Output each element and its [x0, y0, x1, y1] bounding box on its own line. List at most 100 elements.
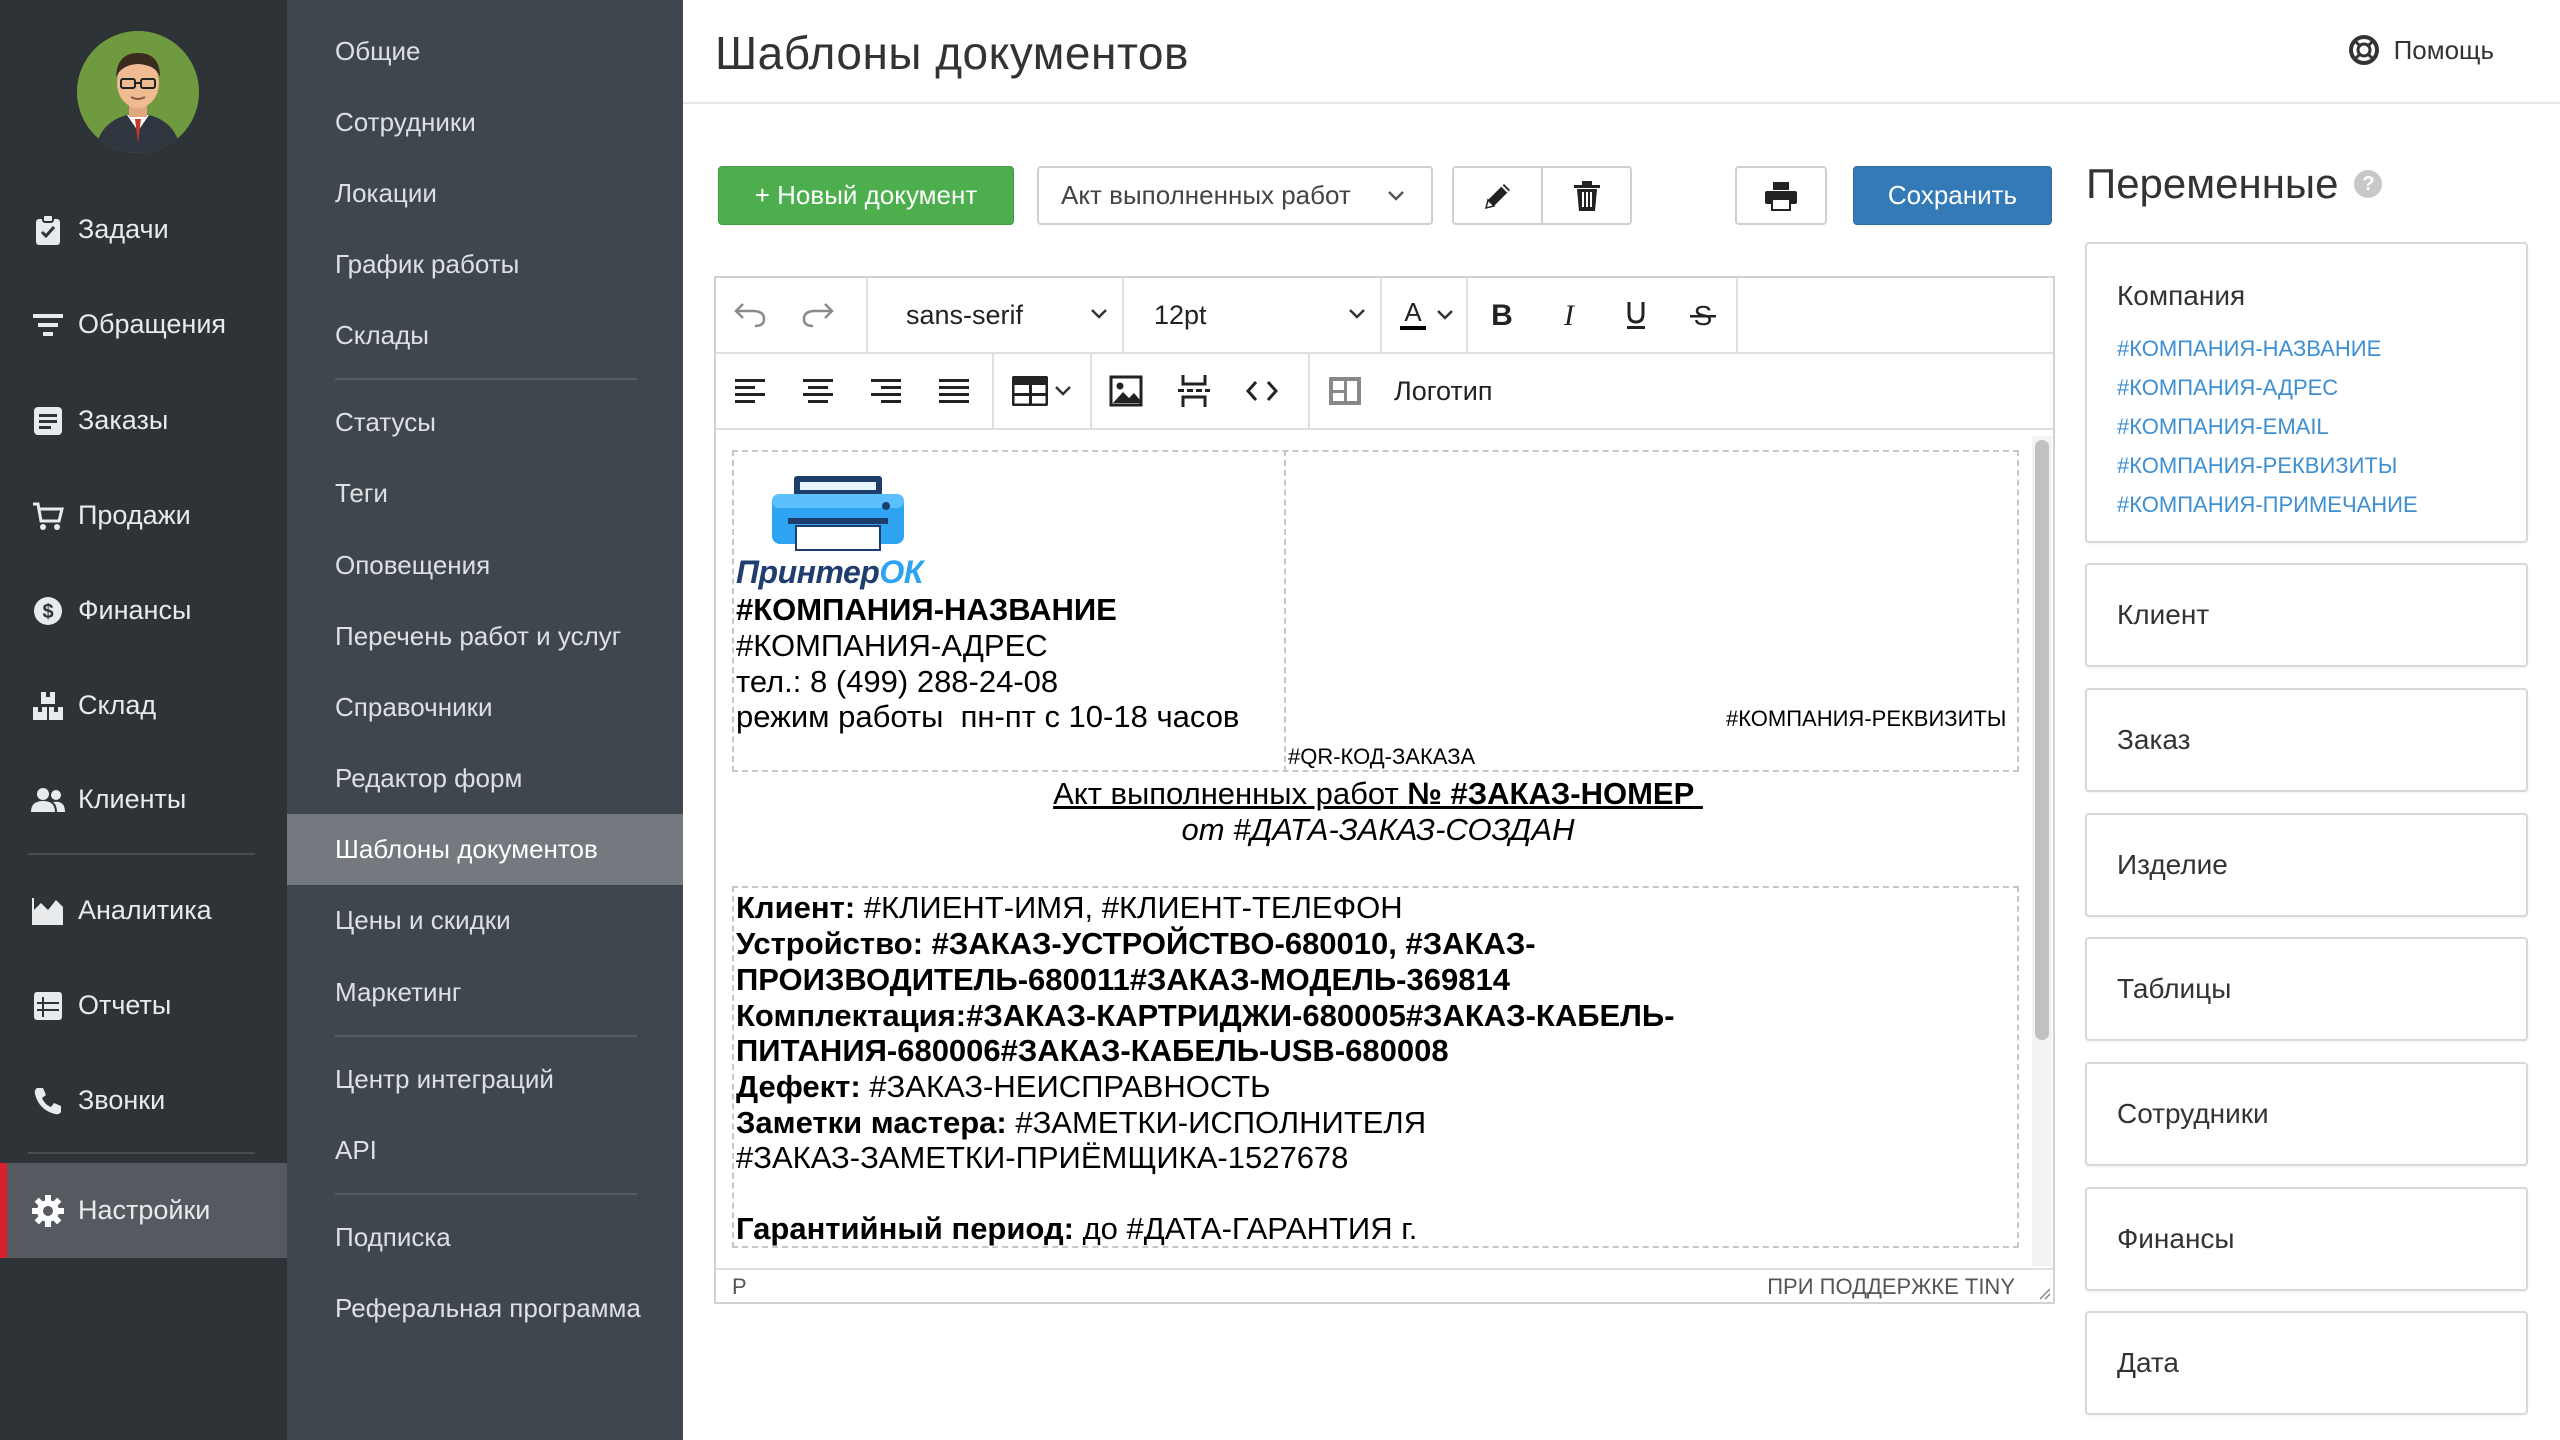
editor-content-area[interactable]: ПринтерОК #КОМПАНИЯ-НАЗВАНИЕ #КОМПАНИЯ-А… — [718, 432, 2028, 1266]
variable-link[interactable]: #КОМПАНИЯ-EMAIL — [2117, 414, 2329, 440]
question-icon[interactable]: ? — [2354, 170, 2383, 198]
nav-item-reports[interactable]: Отчеты — [0, 958, 287, 1053]
nav-item-requests[interactable]: Обращения — [0, 277, 287, 372]
template-select[interactable]: Акт выполненных работ — [1037, 166, 1433, 225]
nav-divider — [28, 1152, 255, 1154]
underline-button[interactable] — [1602, 278, 1669, 352]
variable-group-order[interactable]: Заказ — [2085, 688, 2528, 792]
settings-item-warehouses[interactable]: Склады — [287, 300, 683, 371]
logo-button[interactable]: Логотип — [1310, 354, 1560, 428]
font-size-select[interactable]: 12pt — [1124, 278, 1382, 352]
variable-group-title: Дата — [2117, 1347, 2180, 1378]
italic-button[interactable]: I — [1535, 278, 1602, 352]
edit-template-button[interactable] — [1452, 166, 1543, 225]
source-code-button[interactable] — [1228, 354, 1296, 428]
settings-divider — [335, 1193, 637, 1195]
variable-group-employees[interactable]: Сотрудники — [2085, 1062, 2528, 1166]
pencil-icon — [1484, 183, 1510, 209]
settings-item-referral[interactable]: Реферальная программа — [287, 1273, 683, 1344]
settings-item-general[interactable]: Общие — [287, 16, 683, 87]
variable-link[interactable]: #КОМПАНИЯ-РЕКВИЗИТЫ — [2117, 453, 2397, 479]
align-right-icon — [871, 379, 901, 403]
table-button[interactable] — [994, 354, 1092, 428]
italic-icon: I — [1563, 301, 1576, 329]
variable-group-title: Клиент — [2117, 599, 2210, 630]
new-document-button[interactable]: + Новый документ — [718, 166, 1014, 225]
settings-item-marketing[interactable]: Маркетинг — [287, 957, 683, 1028]
settings-item-label: Статусы — [335, 407, 436, 437]
settings-item-tags[interactable]: Теги — [287, 458, 683, 529]
save-button[interactable]: Сохранить — [1853, 166, 2052, 225]
variable-group-title: Заказ — [2117, 724, 2191, 755]
settings-item-schedule[interactable]: График работы — [287, 229, 683, 300]
settings-item-directories[interactable]: Справочники — [287, 672, 683, 743]
nav-item-finance[interactable]: $ Финансы — [0, 563, 287, 658]
text-color-button[interactable]: A — [1382, 278, 1466, 352]
strikethrough-button[interactable]: S — [1669, 278, 1736, 352]
settings-item-integrations[interactable]: Центр интеграций — [287, 1044, 683, 1115]
nav-item-sales[interactable]: Продажи — [0, 468, 287, 563]
settings-item-document-templates[interactable]: Шаблоны документов — [287, 814, 683, 885]
variable-group-title[interactable]: Компания — [2117, 280, 2245, 312]
gear-icon — [28, 1191, 68, 1231]
page-break-button[interactable] — [1160, 354, 1228, 428]
settings-item-api[interactable]: API — [287, 1115, 683, 1186]
nav-item-orders[interactable]: Заказы — [0, 373, 287, 468]
nav-item-warehouse[interactable]: Склад — [0, 658, 287, 753]
align-right-button[interactable] — [852, 354, 920, 428]
redo-button[interactable] — [784, 278, 852, 352]
doc-company-address: #КОМПАНИЯ-АДРЕС — [736, 628, 1048, 663]
align-justify-button[interactable] — [920, 354, 988, 428]
print-button[interactable] — [1735, 166, 1827, 225]
users-icon — [28, 780, 68, 820]
filter-lines-icon — [28, 305, 68, 345]
settings-item-employees[interactable]: Сотрудники — [287, 87, 683, 158]
nav-item-analytics[interactable]: Аналитика — [0, 863, 287, 958]
bold-button[interactable]: B — [1468, 278, 1535, 352]
settings-item-subscription[interactable]: Подписка — [287, 1202, 683, 1273]
nav-item-calls[interactable]: Звонки — [0, 1053, 287, 1148]
settings-item-prices[interactable]: Цены и скидки — [287, 885, 683, 956]
variable-group-client[interactable]: Клиент — [2085, 563, 2528, 667]
font-family-select[interactable]: sans-serif — [868, 278, 1124, 352]
variable-group-finance[interactable]: Финансы — [2085, 1187, 2528, 1291]
chevron-down-icon — [1437, 310, 1453, 320]
settings-item-form-editor[interactable]: Редактор форм — [287, 743, 683, 814]
editor-scrollbar-thumb[interactable] — [2035, 440, 2049, 1040]
insert-image-button[interactable] — [1092, 354, 1160, 428]
nav-item-label: Задачи — [78, 214, 169, 244]
settings-item-label: Цены и скидки — [335, 905, 511, 935]
variable-group-date[interactable]: Дата — [2085, 1311, 2528, 1415]
nav-item-label: Заказы — [78, 405, 169, 435]
variable-group-product[interactable]: Изделие — [2085, 813, 2528, 917]
nav-item-tasks[interactable]: Задачи — [0, 182, 287, 277]
undo-button[interactable] — [716, 278, 784, 352]
settings-item-notifications[interactable]: Оповещения — [287, 530, 683, 601]
align-left-button[interactable] — [716, 354, 784, 428]
variable-link[interactable]: #КОМПАНИЯ-ПРИМЕЧАНИЕ — [2117, 492, 2418, 518]
settings-item-locations[interactable]: Локации — [287, 158, 683, 229]
tiny-branding-link[interactable]: ПРИ ПОДДЕРЖКЕ TINY — [1767, 1274, 2015, 1300]
settings-item-services[interactable]: Перечень работ и услуг — [287, 601, 683, 672]
element-path[interactable]: P — [732, 1274, 747, 1300]
variable-link[interactable]: #КОМПАНИЯ-НАЗВАНИЕ — [2117, 336, 2381, 362]
dollar-circle-icon: $ — [28, 591, 68, 631]
strikethrough-icon: S — [1689, 300, 1716, 330]
doc-notes-value: #ЗАМЕТКИ-ИСПОЛНИТЕЛЯ — [1006, 1105, 1427, 1140]
settings-item-label: Теги — [335, 478, 388, 508]
history-group — [716, 278, 868, 352]
avatar[interactable] — [77, 31, 199, 153]
nav-item-settings[interactable]: Настройки — [0, 1163, 287, 1258]
variable-link[interactable]: #КОМПАНИЯ-АДРЕС — [2117, 375, 2338, 401]
settings-item-statuses[interactable]: Статусы — [287, 387, 683, 458]
svg-text:$: $ — [42, 601, 53, 623]
help-link[interactable]: Помощь — [2348, 34, 2494, 66]
variable-group-tables[interactable]: Таблицы — [2085, 937, 2528, 1041]
nav-item-clients[interactable]: Клиенты — [0, 752, 287, 847]
doc-hours: режим работы пн-пт с 10-18 часов — [736, 699, 1240, 734]
align-center-button[interactable] — [784, 354, 852, 428]
lifebuoy-icon — [2348, 35, 2379, 65]
editor-scrollbar[interactable] — [2032, 436, 2052, 1266]
delete-template-button[interactable] — [1541, 166, 1632, 225]
resize-handle-icon[interactable] — [2035, 1284, 2051, 1300]
